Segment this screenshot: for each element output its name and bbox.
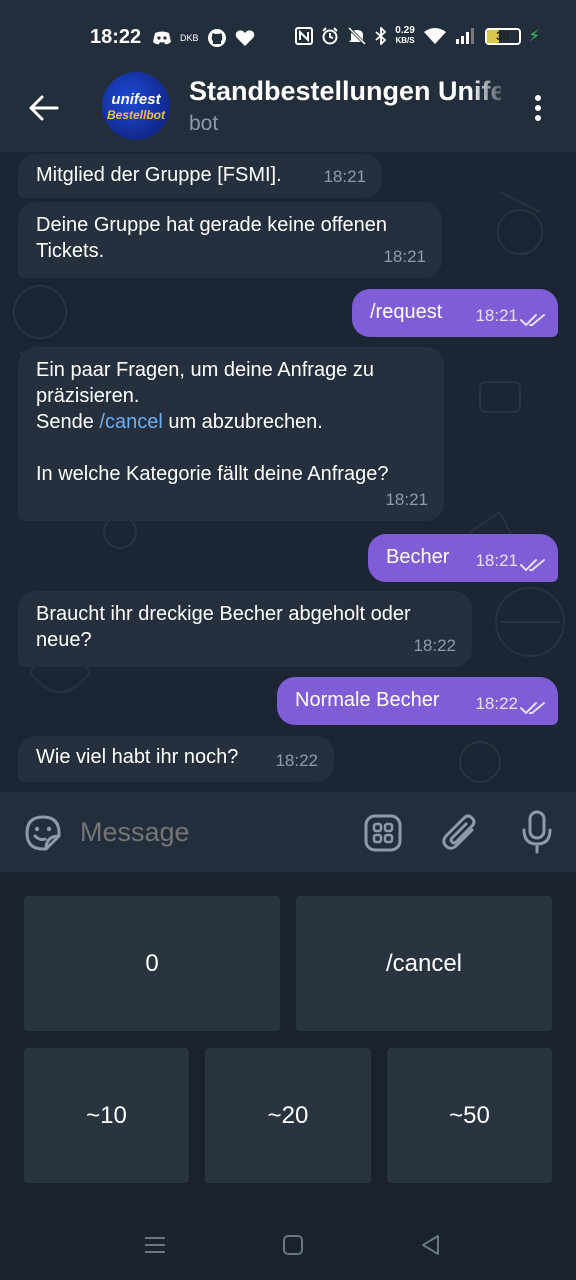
message-time: 18:21 xyxy=(475,306,518,325)
message-incoming[interactable]: Mitglied der Gruppe [FSMI]. 18:21 xyxy=(18,154,382,198)
chat-header: unifest Bestellbot Standbestellungen Uni… xyxy=(0,72,576,152)
message-outgoing[interactable]: Normale Becher 18:22 xyxy=(277,677,558,725)
message-outgoing[interactable]: Becher 18:21 xyxy=(368,534,558,582)
message-text: Deine Gruppe hat gerade keine offenen Ti… xyxy=(36,214,388,262)
bot-keyboard-icon[interactable] xyxy=(364,814,402,852)
avatar-line1: unifest xyxy=(111,90,161,108)
network-speed: 0.29 KB/S xyxy=(395,25,415,46)
status-bar: 18:22 DKB 0.29 KB/S 38 ⚡ xyxy=(0,0,576,72)
message-time: 18:22 xyxy=(475,694,518,713)
message-incoming[interactable]: Wie viel habt ihr noch? 18:22 xyxy=(18,736,334,782)
message-input-bar xyxy=(0,792,576,872)
message-text: /request xyxy=(370,301,443,323)
dot xyxy=(535,115,541,121)
message-input[interactable] xyxy=(80,810,340,854)
message-text-line1: Ein paar Fragen, um deine Anfrage zu prä… xyxy=(36,359,374,407)
message-text: Mitglied der Gruppe [FSMI]. xyxy=(36,164,282,186)
read-receipt-icon xyxy=(520,702,545,715)
system-nav-bar xyxy=(0,1208,576,1280)
chat-subtitle: bot xyxy=(189,112,219,135)
status-time: 18:22 xyxy=(90,26,142,48)
charging-icon: ⚡ xyxy=(528,28,540,45)
message-incoming[interactable]: Braucht ihr dreckige Becher abgeholt ode… xyxy=(18,591,472,667)
message-text-line2: Sende /cancel um abzubrechen. xyxy=(36,411,323,433)
wifi-icon xyxy=(423,28,446,44)
avatar[interactable]: unifest Bestellbot xyxy=(102,72,170,140)
keyboard-button-20[interactable]: ~20 xyxy=(205,1048,371,1183)
read-receipt-icon xyxy=(520,559,545,572)
signal-icon xyxy=(455,28,474,44)
message-text-line3: In welche Kategorie fällt deine Anfrage? xyxy=(36,463,389,485)
keyboard-button-0[interactable]: 0 xyxy=(24,896,280,1031)
battery-icon: 38 xyxy=(484,27,521,45)
message-time: 18:21 xyxy=(385,490,428,509)
cancel-command-link[interactable]: /cancel xyxy=(99,411,162,433)
back-nav-icon[interactable] xyxy=(418,1232,444,1258)
mute-icon xyxy=(348,27,367,45)
chat-title[interactable]: Standbestellungen Unifest xyxy=(189,76,501,107)
dkb-icon: DKB xyxy=(180,33,199,43)
keyboard-button-10[interactable]: ~10 xyxy=(24,1048,189,1183)
status-left-icons: DKB xyxy=(152,28,255,48)
arrow-left-icon xyxy=(29,95,59,121)
discord-icon xyxy=(153,31,171,45)
microphone-icon[interactable] xyxy=(520,810,554,854)
title-fade xyxy=(470,72,510,112)
message-incoming[interactable]: Deine Gruppe hat gerade keine offenen Ti… xyxy=(18,202,442,278)
message-text: Braucht ihr dreckige Becher abgeholt ode… xyxy=(36,603,411,651)
sticker-emoji-icon[interactable] xyxy=(24,814,62,852)
avatar-line2: Bestellbot xyxy=(106,107,165,122)
bluetooth-icon xyxy=(375,27,387,45)
message-time: 18:21 xyxy=(475,551,518,570)
message-text: Becher xyxy=(386,546,450,568)
alarm-icon xyxy=(322,27,339,45)
back-button[interactable] xyxy=(26,90,62,126)
message-outgoing[interactable]: /request 18:21 xyxy=(352,289,558,337)
attach-icon[interactable] xyxy=(442,812,480,854)
keyboard-button-50[interactable]: ~50 xyxy=(387,1048,552,1183)
recent-apps-icon[interactable] xyxy=(142,1232,168,1258)
heart-icon xyxy=(235,30,254,46)
message-text: Wie viel habt ihr noch? xyxy=(36,746,239,768)
message-time: 18:21 xyxy=(383,247,426,266)
message-text: Normale Becher xyxy=(295,689,440,711)
dot xyxy=(535,105,541,111)
more-menu-button[interactable] xyxy=(524,90,552,126)
message-time: 18:22 xyxy=(275,751,318,770)
bot-reply-keyboard: 0 /cancel ~10 ~20 ~50 xyxy=(0,872,576,1208)
dot xyxy=(535,95,541,101)
read-receipt-icon xyxy=(520,314,545,327)
message-time: 18:21 xyxy=(323,167,366,186)
github-icon xyxy=(207,29,226,47)
nfc-icon xyxy=(295,27,314,45)
message-list[interactable]: Mitglied der Gruppe [FSMI]. 18:21 Deine … xyxy=(0,152,576,792)
status-right-icons: 0.29 KB/S 38 ⚡ xyxy=(295,26,540,46)
message-time: 18:22 xyxy=(413,636,456,655)
keyboard-button-cancel[interactable]: /cancel xyxy=(296,896,552,1031)
home-icon[interactable] xyxy=(280,1232,306,1258)
message-incoming[interactable]: Ein paar Fragen, um deine Anfrage zu prä… xyxy=(18,347,444,521)
